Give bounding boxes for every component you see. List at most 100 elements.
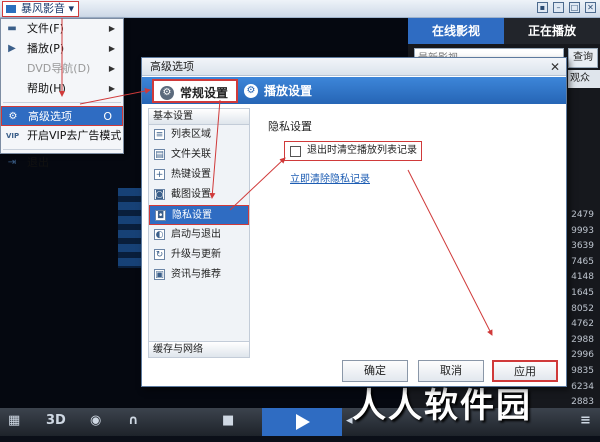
menu-divider xyxy=(3,149,121,150)
tab-play-settings[interactable]: ⚙ 播放设置 xyxy=(238,79,320,103)
menu-label: DVD导航(D) xyxy=(27,62,91,75)
sidebar-item-file-assoc[interactable]: ▤ 文件关联 xyxy=(149,145,249,165)
count-value: 8052 xyxy=(571,303,594,314)
clear-playlist-checkbox[interactable]: 退出时清空播放列表记录 xyxy=(284,141,422,161)
exit-icon: ⇥ xyxy=(7,157,17,168)
menu-item-exit[interactable]: ⇥ 退出 xyxy=(1,153,123,173)
count-value: 9993 xyxy=(571,225,594,236)
update-icon: ↻ xyxy=(154,249,165,260)
sort-dropdown[interactable]: 观众 xyxy=(568,70,600,88)
dialog-title-text: 高级选项 xyxy=(150,60,194,73)
tab-online[interactable]: 在线影视 xyxy=(408,18,504,44)
minimize-icon[interactable]: – xyxy=(553,2,564,13)
menu-label: 高级选项 xyxy=(28,110,72,123)
3d-button[interactable]: 3D xyxy=(46,413,66,428)
menu-item-advanced[interactable]: ⚙ 高级选项 O xyxy=(1,106,123,126)
sidebar-footer[interactable]: 缓存与网络 xyxy=(149,341,249,357)
sidebar-item-news[interactable]: ▣ 资讯与推荐 xyxy=(149,265,249,285)
title-bar: 暴风影音 ▾ ▪ – □ ✕ xyxy=(0,0,600,18)
sidebar-item-screenshot[interactable]: ◙ 截图设置 xyxy=(149,185,249,205)
checkbox-label: 退出时清空播放列表记录 xyxy=(307,145,417,156)
sidebar-item-label: 热键设置 xyxy=(171,169,211,180)
list-icon[interactable]: ≡ xyxy=(580,413,591,428)
main-menu: ▬ 文件(F) ▶ ▶ 播放(P) ▶ DVD导航(D) ▶ 帮助(H) ▶ ⚙ 高级选项 O … xyxy=(0,18,124,169)
checkbox-box[interactable] xyxy=(290,146,301,157)
ok-button[interactable]: 确定 xyxy=(342,360,408,382)
apply-button[interactable]: 应用 xyxy=(492,360,558,382)
headphone-icon[interactable]: ∩ xyxy=(128,413,139,428)
menu-label: 文件(F) xyxy=(27,22,64,35)
tab-playing[interactable]: 正在播放 xyxy=(504,18,600,44)
folder-icon: ▬ xyxy=(7,23,17,34)
file-icon: ▤ xyxy=(154,149,165,160)
maximize-icon[interactable]: □ xyxy=(569,2,580,13)
sidebar-item-label: 列表区域 xyxy=(171,129,211,140)
submenu-arrow-icon: ▶ xyxy=(108,44,115,53)
sidebar-item-update[interactable]: ↻ 升级与更新 xyxy=(149,245,249,265)
gears-icon: ⚙ xyxy=(244,84,258,98)
sidebar-item-privacy[interactable]: ◘ 隐私设置 xyxy=(149,205,249,225)
sidebar-item-label: 启动与退出 xyxy=(171,229,221,240)
count-list: 2479 9993 3639 7465 4148 1645 8052 4762 … xyxy=(571,208,594,442)
menu-item-file[interactable]: ▬ 文件(F) ▶ xyxy=(1,19,123,39)
clear-privacy-link[interactable]: 立即清除隐私记录 xyxy=(290,170,370,185)
menu-label: 播放(P) xyxy=(27,42,65,55)
vip-icon: VIP xyxy=(6,132,20,140)
app-title: 暴风影音 xyxy=(21,2,65,15)
count-value: 2988 xyxy=(571,334,594,345)
search-button[interactable]: 查询 xyxy=(568,48,598,68)
dialog-title: 高级选项 ✕ xyxy=(142,58,566,76)
tab-label: 播放设置 xyxy=(264,84,313,98)
tab-label: 常规设置 xyxy=(180,86,229,100)
close-icon[interactable]: ✕ xyxy=(585,2,596,13)
play-button[interactable] xyxy=(262,408,342,436)
count-value: 1645 xyxy=(571,287,594,298)
skin-icon[interactable]: ▪ xyxy=(537,2,548,13)
menu-label: 退出 xyxy=(27,156,49,169)
count-value: 2479 xyxy=(571,210,594,220)
eye-icon[interactable]: ◉ xyxy=(90,413,101,428)
play-icon: ▶ xyxy=(8,43,16,54)
count-value: 9835 xyxy=(571,365,594,376)
toolbox-icon[interactable]: ▦ xyxy=(8,413,20,428)
sidebar-item-label: 文件关联 xyxy=(171,149,211,160)
submenu-arrow-icon: ▶ xyxy=(108,84,115,93)
menu-item-vip[interactable]: VIP 开启VIP去广告模式 xyxy=(1,126,123,146)
app-logo-icon xyxy=(6,5,16,13)
count-value: 4762 xyxy=(571,319,594,330)
gear-icon: ⚙ xyxy=(8,111,18,122)
sidebar-item-label: 升级与更新 xyxy=(171,249,221,260)
advanced-options-dialog: 高级选项 ✕ ⚙ 常规设置 ⚙ 播放设置 基本设置 ≡ 列表区域 ▤ 文件关联 + 热键设置… xyxy=(141,57,567,387)
cancel-button[interactable]: 取消 xyxy=(418,360,484,382)
sidebar-item-label: 截图设置 xyxy=(171,189,211,200)
dialog-tabs: ⚙ 常规设置 ⚙ 播放设置 xyxy=(142,77,566,104)
settings-sidebar: 基本设置 ≡ 列表区域 ▤ 文件关联 + 热键设置 ◙ 截图设置 ◘ 隐私设置 ◐ 启动与退… xyxy=(148,108,250,358)
count-value: 6234 xyxy=(571,381,594,392)
count-value: 3639 xyxy=(571,241,594,252)
menu-item-dvd[interactable]: DVD导航(D) ▶ xyxy=(1,59,123,79)
menu-divider xyxy=(3,102,121,103)
news-icon: ▣ xyxy=(154,269,165,280)
submenu-arrow-icon: ▶ xyxy=(108,24,115,33)
menu-label: 帮助(H) xyxy=(27,82,66,95)
startup-icon: ◐ xyxy=(154,229,165,240)
menu-item-help[interactable]: 帮助(H) ▶ xyxy=(1,79,123,99)
dialog-buttons: 确定 取消 应用 xyxy=(142,358,566,386)
list-icon: ≡ xyxy=(154,129,165,140)
app-menu-button[interactable]: 暴风影音 ▾ xyxy=(2,1,80,17)
sidebar-item-list-area[interactable]: ≡ 列表区域 xyxy=(149,125,249,145)
sidebar-header[interactable]: 基本设置 xyxy=(149,109,249,125)
sidebar-item-startup[interactable]: ◐ 启动与退出 xyxy=(149,225,249,245)
tab-general-settings[interactable]: ⚙ 常规设置 xyxy=(152,79,239,103)
count-value: 2996 xyxy=(571,350,594,361)
section-title: 隐私设置 xyxy=(268,120,312,133)
count-value: 4148 xyxy=(571,272,594,283)
menu-label: 开启VIP去广告模式 xyxy=(27,129,122,142)
settings-content: 隐私设置 退出时清空播放列表记录 立即清除隐私记录 xyxy=(256,108,560,358)
sidebar-item-label: 隐私设置 xyxy=(172,210,212,221)
close-icon[interactable]: ✕ xyxy=(550,58,560,76)
sidebar-item-hotkeys[interactable]: + 热键设置 xyxy=(149,165,249,185)
shortcut-key: O xyxy=(103,110,112,123)
menu-item-play[interactable]: ▶ 播放(P) ▶ xyxy=(1,39,123,59)
stop-icon[interactable]: ■ xyxy=(222,413,234,428)
